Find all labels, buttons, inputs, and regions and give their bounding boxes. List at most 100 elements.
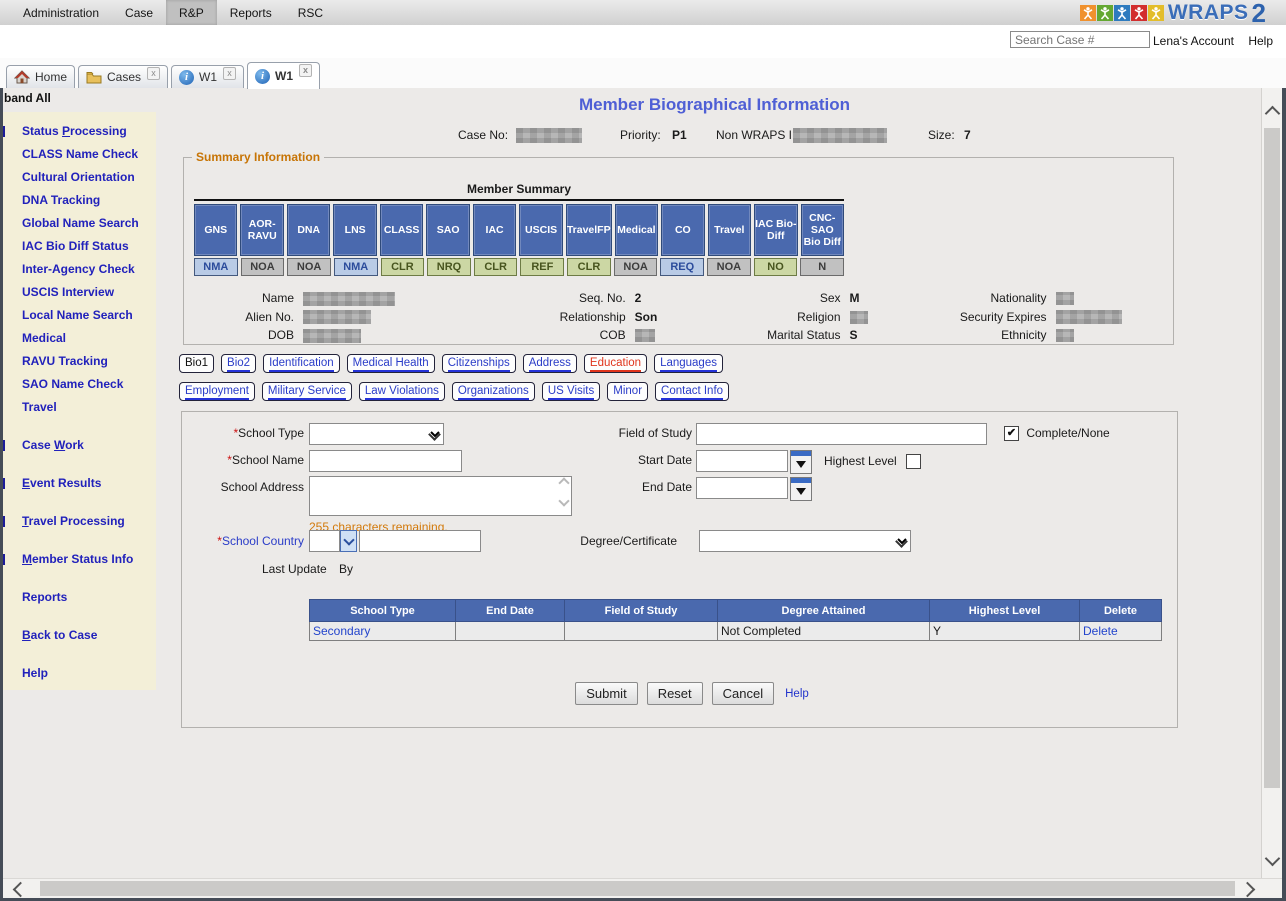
tab-medical-health[interactable]: Medical Health: [347, 354, 435, 373]
tab-bio2[interactable]: Bio2: [221, 354, 256, 373]
record-school-type-link[interactable]: Secondary: [313, 624, 370, 638]
logo-figure-icon: [1148, 5, 1164, 21]
vertical-scrollbar[interactable]: [1261, 88, 1282, 879]
table-row: Secondary Not Completed Y Delete: [310, 622, 1162, 641]
tab-w1[interactable]: i W1 x: [171, 65, 244, 88]
sidebar-item-travel[interactable]: Travel: [3, 400, 156, 414]
tab-cases[interactable]: Cases x: [78, 65, 168, 88]
school-type-select[interactable]: [309, 423, 444, 445]
summary-col-uscis: USCIS: [519, 204, 562, 256]
sidebar-item-event-results[interactable]: Event Results: [3, 476, 156, 490]
reset-button[interactable]: Reset: [647, 682, 703, 705]
expand-all-label[interactable]: band All: [4, 91, 51, 105]
sidebar-item-reports[interactable]: Reports: [3, 590, 156, 604]
sidebar-item-class-name-check[interactable]: CLASS Name Check: [3, 147, 156, 161]
highest-level-checkbox[interactable]: [906, 454, 921, 469]
search-case-input[interactable]: [1010, 31, 1150, 48]
sidebar-item-case-work[interactable]: Case Work: [3, 438, 156, 452]
sidebar-item-global-name-search[interactable]: Global Name Search: [3, 216, 156, 230]
sidebar-item-sao-name-check[interactable]: SAO Name Check: [3, 377, 156, 391]
tab-minor[interactable]: Minor: [607, 382, 648, 401]
complete-none-group: ✔ Complete/None: [1004, 426, 1110, 441]
cancel-button[interactable]: Cancel: [712, 682, 774, 705]
logo-figure-icon: [1114, 5, 1130, 21]
account-link[interactable]: Lena's Account: [1153, 34, 1234, 48]
status-badge: N: [800, 258, 844, 276]
sidebar-item-local-name-search[interactable]: Local Name Search: [3, 308, 156, 322]
menu-administration[interactable]: Administration: [10, 0, 112, 25]
summary-col-iac-bio-diff: IAC Bio-Diff: [754, 204, 797, 256]
record-delete-link[interactable]: Delete: [1083, 624, 1118, 638]
size-label: Size:: [928, 128, 955, 142]
menu-rp[interactable]: R&P: [166, 0, 217, 25]
nationality-label: Nationality: [942, 291, 1047, 305]
scroll-up-icon[interactable]: [1265, 106, 1281, 122]
tab-languages[interactable]: Languages: [654, 354, 723, 373]
tab-home[interactable]: Home: [6, 65, 75, 88]
field-of-study-label: Field of Study: [562, 426, 692, 440]
sidebar-item-inter-agency-check[interactable]: Inter-Agency Check: [3, 262, 156, 276]
tab-us-visits[interactable]: US Visits: [542, 382, 600, 401]
tab-identification[interactable]: Identification: [263, 354, 340, 373]
tab-organizations[interactable]: Organizations: [452, 382, 535, 401]
summary-col-medical: Medical: [615, 204, 658, 256]
summary-col-lns: LNS: [333, 204, 376, 256]
form-help-link[interactable]: Help: [785, 688, 809, 700]
tab-contact-info[interactable]: Contact Info: [655, 382, 729, 401]
scroll-left-icon[interactable]: [13, 882, 29, 898]
tab-citizenships[interactable]: Citizenships: [442, 354, 516, 373]
info-icon: i: [179, 70, 194, 85]
horizontal-scrollbar[interactable]: [3, 878, 1282, 898]
sidebar-item-travel-processing[interactable]: Travel Processing: [3, 514, 156, 528]
sidebar-item-status-processing[interactable]: Status Processing: [3, 124, 156, 138]
tab-close-icon[interactable]: x: [223, 67, 236, 80]
help-link-top[interactable]: Help: [1248, 34, 1273, 48]
scroll-right-icon[interactable]: [1240, 882, 1256, 898]
tab-close-icon[interactable]: x: [299, 64, 312, 77]
complete-none-checkbox[interactable]: ✔: [1004, 426, 1019, 441]
tab-employment[interactable]: Employment: [179, 382, 255, 401]
menu-rsc[interactable]: RSC: [285, 0, 336, 25]
summary-information-legend: Summary Information: [192, 150, 324, 164]
sidebar-item-help[interactable]: Help: [3, 666, 156, 680]
tab-military-service[interactable]: Military Service: [262, 382, 352, 401]
degree-certificate-select[interactable]: [699, 530, 911, 552]
tab-w1-active[interactable]: i W1 x: [247, 62, 320, 89]
vertical-scroll-thumb[interactable]: [1264, 128, 1280, 788]
school-country-code-input[interactable]: [309, 530, 340, 552]
sidebar-item-back-to-case[interactable]: Back to Case: [3, 628, 156, 642]
tab-address[interactable]: Address: [523, 354, 577, 373]
menu-reports[interactable]: Reports: [217, 0, 285, 25]
sidebar-item-iac-bio-diff-status[interactable]: IAC Bio Diff Status: [3, 239, 156, 253]
sidebar-item-member-status-info[interactable]: Member Status Info: [3, 552, 156, 566]
tab-education[interactable]: Education: [584, 354, 647, 373]
scroll-down-icon[interactable]: [1265, 851, 1281, 867]
sex-label: Sex: [725, 291, 841, 305]
school-name-input[interactable]: [309, 450, 462, 472]
sidebar-item-medical[interactable]: Medical: [3, 331, 156, 345]
member-summary-table: Member Summary GNS AOR-RAVU DNA LNS CLAS…: [194, 182, 844, 276]
end-date-input[interactable]: [696, 477, 788, 499]
last-update-label: Last Update: [262, 562, 327, 576]
tab-law-violations[interactable]: Law Violations: [359, 382, 445, 401]
school-country-dropdown-icon[interactable]: [340, 530, 357, 552]
start-date-input[interactable]: [696, 450, 788, 472]
horizontal-scroll-thumb[interactable]: [40, 881, 1235, 896]
col-delete: Delete: [1080, 600, 1162, 622]
col-field-of-study: Field of Study: [565, 600, 718, 622]
sidebar-item-dna-tracking[interactable]: DNA Tracking: [3, 193, 156, 207]
sidebar-item-uscis-interview[interactable]: USCIS Interview: [3, 285, 156, 299]
member-summary-statuses: NMA NOA NOA NMA CLR NRQ CLR REF CLR NOA …: [194, 256, 844, 276]
field-of-study-input[interactable]: [696, 423, 987, 445]
priority-value: P1: [672, 128, 687, 142]
sidebar-item-ravu-tracking[interactable]: RAVU Tracking: [3, 354, 156, 368]
start-date-calendar-icon[interactable]: [790, 450, 812, 474]
sidebar-item-cultural-orientation[interactable]: Cultural Orientation: [3, 170, 156, 184]
school-address-textarea[interactable]: [309, 476, 572, 516]
tab-bio1[interactable]: Bio1: [179, 354, 214, 373]
submit-button[interactable]: Submit: [575, 682, 637, 705]
tab-close-icon[interactable]: x: [147, 67, 160, 80]
menu-case[interactable]: Case: [112, 0, 166, 25]
end-date-calendar-icon[interactable]: [790, 477, 812, 501]
school-country-input[interactable]: [359, 530, 481, 552]
